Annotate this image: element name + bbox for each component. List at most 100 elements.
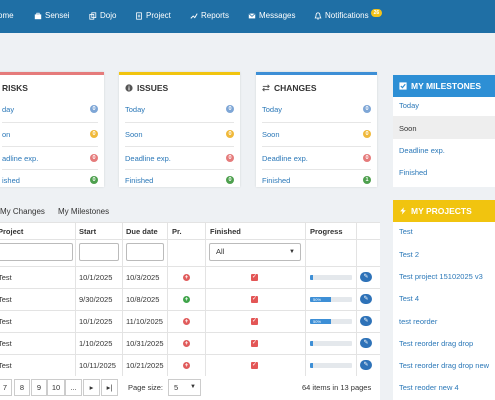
project-link[interactable]: Test project 15102025 v3 (399, 272, 483, 281)
issues-row-today[interactable]: Today 0 (119, 97, 240, 121)
page-size-select[interactable]: 5 ▼ (168, 379, 201, 396)
risks-row-finished[interactable]: ished 0 (0, 168, 104, 192)
changes-card: CHANGES Today 0 Soon 0 Deadline exp. 0 Fini… (256, 72, 377, 187)
milestone-soon[interactable]: Soon (399, 124, 417, 133)
pager: 7 8 9 10 ... ▸ ▸| Page size: 5 ▼ 64 items… (0, 376, 380, 400)
risks-row-deadline[interactable]: adline exp. 0 (0, 146, 104, 170)
due-date-filter-input[interactable] (126, 243, 164, 261)
nav-messages[interactable]: Messages (248, 11, 295, 20)
nav-sensei[interactable]: Sensei (34, 11, 69, 20)
nav-project[interactable]: Project (135, 11, 171, 20)
issues-row-soon[interactable]: Soon 0 (119, 122, 240, 146)
progress-fill (310, 275, 313, 280)
notifications-badge: 26 (370, 8, 383, 17)
changes-row-today[interactable]: Today 0 (256, 97, 377, 121)
project-link[interactable]: Test 4 (399, 294, 419, 303)
my-projects-title: MY PROJECTS (411, 206, 472, 216)
project-link[interactable]: Test reoder new 4 (399, 383, 459, 392)
milestone-finished[interactable]: Finished (399, 168, 427, 177)
copy-icon (89, 11, 97, 20)
changes-deadline-label: Deadline exp. (262, 153, 308, 163)
changes-today-label: Today (262, 104, 283, 114)
project-link[interactable]: Test reorder drag drop new (399, 361, 489, 370)
finished-check-icon: ✓ (251, 296, 258, 303)
changes-deadline-count: 0 (363, 154, 371, 162)
tab-my-milestones[interactable]: My Milestones (58, 207, 109, 216)
col-header-finished[interactable]: Finished (210, 227, 241, 236)
bolt-icon (400, 207, 406, 215)
line-chart-icon (190, 12, 198, 19)
cell-project: Test (0, 339, 12, 348)
progress-bar (310, 341, 352, 346)
changes-row-soon[interactable]: Soon 0 (256, 122, 377, 146)
issues-today-label: Today (125, 104, 146, 114)
page-button[interactable]: 10 (47, 379, 65, 396)
changes-finished-count: 1 (363, 176, 371, 184)
nav-notifications[interactable]: Notifications 26 (314, 8, 383, 20)
nav-dojo[interactable]: Dojo (89, 11, 116, 20)
cell-due: 10/8/2025 (126, 295, 160, 304)
col-header-start[interactable]: Start (79, 227, 96, 236)
project-link[interactable]: Test 2 (399, 250, 419, 259)
tab-my-changes[interactable]: My Changes (0, 207, 45, 216)
page-ellipsis-button[interactable]: ... (65, 379, 82, 396)
col-header-project[interactable]: Project (0, 227, 23, 236)
risks-finished-label: ished (2, 175, 20, 185)
project-link[interactable]: Test reorder drag drop (399, 339, 473, 348)
edit-button[interactable]: ✎ (360, 338, 372, 348)
progress-fill (310, 363, 313, 368)
issues-today-count: 0 (226, 105, 234, 113)
next-page-button[interactable]: ▸ (83, 379, 100, 396)
changes-finished-label: Finished (262, 175, 291, 185)
priority-icon: + (183, 340, 190, 347)
progress-bar: 50% (310, 297, 352, 302)
page-button[interactable]: 7 (0, 379, 12, 396)
page-button[interactable]: 9 (31, 379, 47, 396)
milestone-today[interactable]: Today (399, 101, 419, 110)
finished-check-icon: ✓ (251, 318, 258, 325)
finished-check-icon: ✓ (251, 340, 258, 347)
risks-card: RISKS day 0 on 0 adline exp. 0 ished 0 (0, 72, 104, 187)
project-link[interactable]: test reorder (399, 317, 437, 326)
exchange-icon (262, 84, 270, 92)
risks-row-soon[interactable]: on 0 (0, 122, 104, 146)
project-filter-input[interactable] (0, 243, 73, 261)
project-link[interactable]: Test (399, 227, 413, 236)
issues-title: ISSUES (137, 83, 169, 93)
edit-button[interactable]: ✎ (360, 316, 372, 326)
changes-row-deadline[interactable]: Deadline exp. 0 (256, 146, 377, 170)
col-header-priority[interactable]: Pr. (172, 227, 182, 236)
cell-start: 9/30/2025 (79, 295, 113, 304)
finished-filter-select[interactable]: All ▼ (209, 243, 301, 261)
cell-start: 10/11/2025 (79, 361, 116, 370)
risks-deadline-label: adline exp. (2, 153, 39, 163)
col-header-progress[interactable]: Progress (310, 227, 343, 236)
progress-fill: 50% (310, 319, 331, 324)
priority-icon: + (183, 296, 190, 303)
risks-row-today[interactable]: day 0 (0, 97, 104, 121)
changes-row-finished[interactable]: Finished 1 (256, 168, 377, 192)
last-page-button[interactable]: ▸| (101, 379, 118, 396)
issues-row-finished[interactable]: Finished 0 (119, 168, 240, 192)
issues-row-deadline[interactable]: Deadline exp. 0 (119, 146, 240, 170)
changes-title: CHANGES (274, 83, 317, 93)
cell-due: 11/10/2025 (126, 317, 163, 326)
cell-due: 10/31/2025 (126, 339, 164, 348)
cell-project: Test (0, 361, 12, 370)
edit-button[interactable]: ✎ (360, 294, 372, 304)
issues-deadline-count: 0 (226, 154, 234, 162)
nav-reports[interactable]: Reports (190, 11, 229, 20)
risks-soon-count: 0 (90, 130, 98, 138)
start-filter-input[interactable] (79, 243, 119, 261)
issues-finished-count: 0 (226, 176, 234, 184)
nav-home[interactable]: ome (0, 11, 14, 20)
edit-button[interactable]: ✎ (360, 272, 372, 282)
changes-soon-label: Soon (262, 129, 280, 139)
cell-due: 10/3/2025 (126, 273, 160, 282)
col-header-due-date[interactable]: Due date (126, 227, 158, 236)
risks-title: RISKS (2, 83, 28, 93)
edit-button[interactable]: ✎ (360, 360, 372, 370)
nav-sensei-label: Sensei (45, 11, 70, 20)
page-button[interactable]: 8 (14, 379, 30, 396)
milestone-deadline[interactable]: Deadline exp. (399, 146, 445, 155)
